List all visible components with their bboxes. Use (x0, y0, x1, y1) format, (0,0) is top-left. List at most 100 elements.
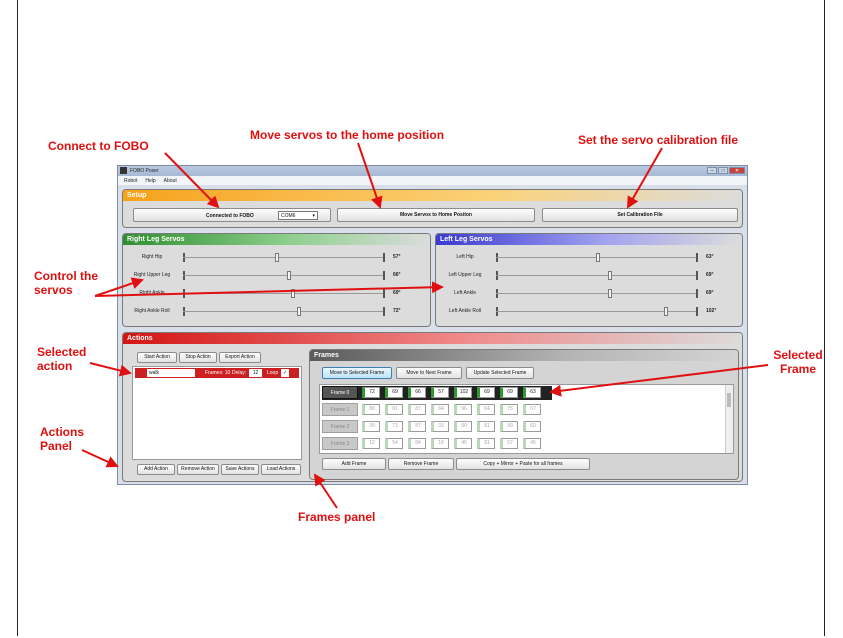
servo-slider-thumb[interactable] (275, 253, 279, 262)
frame-value-cell[interactable]: 80 (362, 404, 380, 415)
remove-frame-button[interactable]: Remove Frame (388, 458, 454, 470)
calibration-button[interactable]: Set Calibration File (542, 208, 738, 222)
slider-max-tick (383, 253, 385, 262)
frame-value-cell[interactable]: 69 (385, 387, 403, 398)
servo-label: Left Upper Leg (448, 272, 482, 278)
servo-slider-thumb[interactable] (664, 307, 668, 316)
frame-value-cell[interactable]: 81 (477, 421, 495, 432)
frame-value-cell[interactable]: 57 (500, 438, 518, 449)
frame-value-cell[interactable]: 81 (477, 438, 495, 449)
home-position-label: Move Servos to Home Positon (400, 212, 472, 218)
frame-value-cell[interactable]: 66 (408, 387, 426, 398)
scrollbar-thumb[interactable] (727, 393, 731, 407)
start-action-label: Start Action (144, 354, 170, 360)
frame-value-cell[interactable]: 84 (408, 438, 426, 449)
frame-value-cell[interactable]: 54 (385, 438, 403, 449)
connect-button[interactable]: Connected to FOBO COM6 ▾ (133, 208, 331, 222)
save-actions-button[interactable]: Save Actions (221, 464, 259, 475)
start-action-button[interactable]: Start Action (137, 352, 177, 363)
update-selected-frame-button[interactable]: Update Selected Frame (466, 367, 534, 379)
maximize-icon[interactable]: □ (718, 167, 728, 174)
add-frame-button[interactable]: Add Frame (322, 458, 386, 470)
close-icon[interactable]: ✕ (729, 167, 745, 174)
remove-action-button[interactable]: Remove Action (177, 464, 219, 475)
frame-value-cell[interactable]: 64 (477, 404, 495, 415)
frame-value-cell[interactable]: 67 (523, 404, 541, 415)
delay-field[interactable]: 12 (249, 369, 262, 377)
servo-label: Left Hip (456, 254, 474, 260)
servo-value: 102° (706, 308, 717, 314)
add-action-label: Add Action (144, 466, 168, 472)
frame-value-cell[interactable]: 90 (454, 421, 472, 432)
frame-value-cell[interactable]: 64 (431, 404, 449, 415)
servo-label: Left Ankle (454, 290, 476, 296)
frame-value-cell[interactable]: 72 (362, 387, 380, 398)
app-window: FOBO Poser – □ ✕ Robot Help About Setup … (117, 165, 748, 485)
stop-action-button[interactable]: Stop Action (179, 352, 217, 363)
frame-value-cell[interactable]: 63 (523, 387, 541, 398)
frame-label: Frame 1 (322, 403, 358, 416)
servo-slider-track[interactable] (183, 311, 383, 312)
servo-label: Left Ankle Roll (449, 308, 481, 314)
action-name-field[interactable]: walk (147, 369, 195, 377)
servo-slider-thumb[interactable] (608, 271, 612, 280)
servo-slider-thumb[interactable] (291, 289, 295, 298)
frame-value-cell[interactable]: 73 (385, 421, 403, 432)
annotation-connect: Connect to FOBO (48, 139, 149, 153)
frame-value-cell[interactable]: 60 (523, 421, 541, 432)
menu-help[interactable]: Help (145, 178, 155, 184)
frame-value-cell[interactable]: 45 (523, 438, 541, 449)
frame-value-cell[interactable]: 45 (454, 438, 472, 449)
annotation-selected-action: Selected action (37, 345, 87, 373)
frame-value-cell[interactable]: 69 (477, 387, 495, 398)
menu-robot[interactable]: Robot (124, 178, 137, 184)
frame-value-cell[interactable]: 57 (431, 387, 449, 398)
home-position-button[interactable]: Move Servos to Home Positon (337, 208, 535, 222)
frame-row[interactable]: Frame 2 30 73 87 33 90 81 99 60 (322, 420, 552, 434)
menu-about[interactable]: About (164, 178, 177, 184)
slider-max-tick (383, 289, 385, 298)
frame-value-cell[interactable]: 18 (431, 438, 449, 449)
selected-frame-row[interactable]: Frame 0 72 69 66 57 102 69 69 63 (322, 386, 552, 400)
add-action-button[interactable]: Add Action (137, 464, 175, 475)
move-selected-frame-button[interactable]: Move to Selected Frame (322, 367, 392, 379)
servo-slider-thumb[interactable] (608, 289, 612, 298)
servo-slider-track[interactable] (183, 293, 383, 294)
selected-action-row[interactable]: walk Frames: 10 Delay: 12 Loop ✓ (135, 368, 299, 378)
move-next-frame-button[interactable]: Move to Next Frame (396, 367, 462, 379)
loop-checkbox[interactable]: ✓ (281, 369, 289, 377)
port-select[interactable]: COM6 ▾ (278, 211, 318, 220)
frames-title: Frames (310, 350, 738, 361)
servo-slider-track[interactable] (496, 275, 696, 276)
frames-panel: Frames Move to Selected Frame Move to Ne… (309, 349, 739, 480)
frame-row[interactable]: Frame 1 80 81 87 64 96 64 75 67 (322, 403, 552, 417)
move-selected-frame-label: Move to Selected Frame (329, 370, 385, 376)
servo-slider-thumb[interactable] (287, 271, 291, 280)
servo-slider-thumb[interactable] (596, 253, 600, 262)
frame-value-cell[interactable]: 102 (454, 387, 472, 398)
frame-value-cell[interactable]: 87 (408, 421, 426, 432)
frame-value-cell[interactable]: 75 (500, 404, 518, 415)
frame-value-cell[interactable]: 30 (362, 421, 380, 432)
frames-scrollbar[interactable] (725, 385, 733, 453)
frame-value-cell[interactable]: 33 (431, 421, 449, 432)
frame-value-cell[interactable]: 96 (454, 404, 472, 415)
servo-slider-track[interactable] (183, 275, 383, 276)
export-action-button[interactable]: Export Action (219, 352, 261, 363)
servo-label: Right Ankle Roll (134, 308, 170, 314)
frame-value-cell[interactable]: 99 (500, 421, 518, 432)
servo-slider-thumb[interactable] (297, 307, 301, 316)
servo-slider-track[interactable] (496, 293, 696, 294)
copy-mirror-paste-button[interactable]: Copy + Mirror + Paste for all frames (456, 458, 590, 470)
load-actions-button[interactable]: Load Actions (261, 464, 301, 475)
annotation-frames-panel: Frames panel (298, 510, 376, 524)
servo-slider-track[interactable] (183, 257, 383, 258)
frame-value-cell[interactable]: 12 (362, 438, 380, 449)
minimize-icon[interactable]: – (707, 167, 717, 174)
annotation-move-home: Move servos to the home position (250, 128, 445, 142)
right-leg-title: Right Leg Servos (123, 234, 430, 245)
frame-value-cell[interactable]: 87 (408, 404, 426, 415)
frame-value-cell[interactable]: 69 (500, 387, 518, 398)
frame-value-cell[interactable]: 81 (385, 404, 403, 415)
frame-row[interactable]: Frame 3 12 54 84 18 45 81 57 45 (322, 437, 552, 451)
